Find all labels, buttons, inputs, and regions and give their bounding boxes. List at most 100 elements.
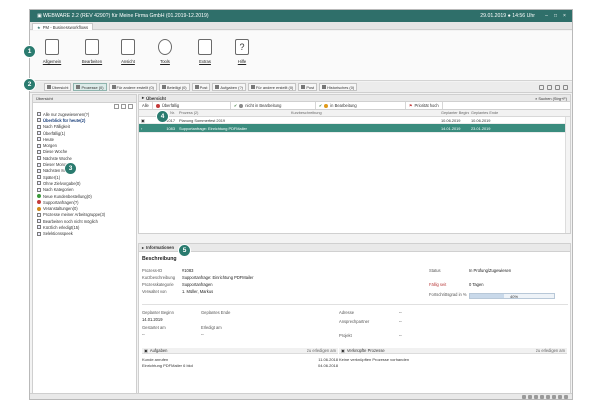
status-icon[interactable] [540, 394, 544, 399]
field-key: Projekt [339, 333, 352, 338]
export-icon[interactable] [563, 84, 568, 90]
progress-fill [470, 294, 504, 298]
tree-item[interactable]: Selektionsspeek [37, 231, 132, 237]
maximize-icon[interactable]: □ [552, 13, 559, 20]
toolbox-icon [198, 39, 212, 55]
task-item[interactable]: Einrichtung PDFMailer 6 bkd 04.06.2018 [142, 363, 338, 368]
close-icon[interactable]: × [561, 13, 568, 20]
minimize-icon[interactable]: – [543, 13, 550, 20]
status-icon[interactable] [552, 394, 556, 399]
settings-icon[interactable] [539, 84, 544, 90]
linked-header: ▣ Verknüpfte Prozesse zu erledigen am [339, 348, 567, 354]
field-status: Status In Prüfung/Zugewiesen [429, 268, 511, 273]
field-key: Fällig seit [429, 282, 447, 287]
tab-aufgaben-fuer-andere[interactable]: Für andere erstellt (0) [247, 83, 297, 91]
status-icon [324, 103, 329, 108]
status-icon[interactable] [534, 394, 538, 399]
tab-prozesse[interactable]: Prozesse (0) [73, 83, 107, 91]
progress-bar: 40% [469, 293, 555, 299]
status-icon[interactable] [564, 394, 568, 399]
table-header: Nr. Prozess (2) Kurzbeschreibung Geplant… [139, 110, 570, 117]
value-geplanter-beginn: 14.01.2019 [142, 317, 163, 322]
tab-aufgaben[interactable]: Aufgaben (?) [212, 83, 246, 91]
process-tree: Alle nur zugewiesenen(?) Überblick für he… [33, 111, 136, 237]
question-icon: ? [235, 39, 249, 55]
toolbar-right-icons [539, 84, 568, 90]
task-item[interactable]: Kunde anrufen 11.06.2018 [142, 357, 338, 362]
task-date: 04.06.2018 [317, 363, 338, 368]
table-row[interactable]: ▣ 1017 Planung Sommerfest 2019 10.06.201… [139, 117, 570, 124]
folder-icon [37, 225, 41, 230]
field-key: Geplantes Ende [201, 310, 231, 315]
ribbon-button-ansicht[interactable]: Ansicht [116, 37, 140, 71]
field-verwaltet-von: Verwaltet von 1. Müller, Markus [142, 289, 213, 294]
status-icon[interactable] [522, 394, 526, 399]
ribbon-label: Extras [199, 59, 211, 64]
filter-prioritaet-hoch[interactable]: ⚑ Priorität hoch [406, 102, 443, 109]
field-geplantes-ende: Geplantes Ende [201, 310, 241, 315]
tree-item-label: Nächste Woche [43, 155, 72, 161]
field-value: Supportanfragen [182, 282, 213, 287]
filter-nicht-in-bearbeitung[interactable]: ✔ nicht in Bearbeitung [231, 102, 316, 109]
row-type-icon: ▣ [141, 117, 145, 123]
tab-historisches[interactable]: Historisches (0) [319, 83, 358, 91]
value-erledigt-am: -- [201, 332, 204, 337]
filter-label: Priorität hoch [414, 103, 439, 108]
tab-label: Aufgaben (?) [220, 84, 243, 90]
statusbar [30, 393, 572, 399]
doc-tab-pm[interactable]: ★ PM - Businessworkflows [32, 23, 94, 30]
doc-tab-label: PM - Businessworkflows [42, 24, 89, 30]
ribbon-button-hilfe[interactable]: ? Hilfe [230, 37, 254, 71]
ribbon-button-extras[interactable]: Extras [193, 37, 217, 71]
linked-empty: Keine verknüpften Prozesse vorhanden [339, 357, 410, 362]
tab-fuer-andere-erstellt[interactable]: Für andere erstellt (0) [108, 83, 157, 91]
table-scrollbar[interactable] [565, 117, 570, 233]
column-header[interactable]: Geplanter Beginn [439, 110, 469, 116]
filter-icon[interactable] [547, 84, 552, 90]
task-name: Kunde anrufen [142, 357, 169, 362]
tree-item-label: Alle nur zugewiesenen(?) [43, 111, 90, 117]
tree-item-label: Nach Kategorien [43, 187, 74, 193]
collapse-icon[interactable] [128, 104, 133, 109]
document-tabstrip: ★ PM - Businessworkflows [30, 22, 572, 30]
tree-item-label: Selektionsspeek [43, 231, 73, 237]
folder-icon [37, 118, 41, 123]
view-icon [121, 39, 135, 55]
status-icon[interactable] [558, 394, 562, 399]
task-name: Einrichtung PDFMailer 6 bkd [142, 363, 193, 368]
table-row-selected[interactable]: › 1083 Supportanfrage: Einrichtung PDFMa… [139, 124, 570, 133]
status-icon[interactable] [528, 394, 532, 399]
filter-alle[interactable]: Alle [139, 102, 153, 109]
field-key: Kurzbeschreibung [142, 275, 175, 280]
tab-post[interactable]: Post [191, 83, 211, 91]
filter-ueberfaellig[interactable]: Überfällig [153, 102, 231, 109]
callout-badge: 4 [156, 110, 169, 123]
cell-end: 23.01.2019 [471, 125, 491, 131]
folder-icon [37, 181, 41, 186]
binoculars-icon[interactable] [114, 104, 119, 109]
filter-in-bearbeitung[interactable]: ✔ in Bearbeitung [316, 102, 406, 109]
tab-beteiligt[interactable]: Beteiligt (0) [158, 83, 190, 91]
edit-icon[interactable] [121, 104, 126, 109]
column-header[interactable]: Geplantes Ende [469, 110, 499, 116]
tab-label: Post [306, 84, 315, 90]
tab-post-2[interactable]: Post [298, 83, 318, 91]
column-header[interactable]: Kurzbeschreibung [289, 110, 439, 116]
ribbon-button-bearbeiten[interactable]: Bearbeiten [80, 37, 104, 71]
search-box[interactable]: ⌕ Suchen (Strg+F) [535, 96, 567, 101]
column-header[interactable]: Prozess (2) [177, 110, 289, 116]
ribbon-button-allgemein[interactable]: Allgemein [40, 37, 64, 71]
ribbon-label: Tools [160, 59, 170, 64]
value-gestartet-am: -- [142, 332, 145, 337]
print-icon[interactable] [555, 84, 560, 90]
field-prozess-id: Prozess-ID #1083 [142, 268, 193, 273]
folder-icon [37, 143, 41, 148]
field-kurzbeschreibung: Kurzbeschreibung Supportanfrage: Einricht… [142, 275, 253, 280]
user-icon [250, 85, 255, 89]
filter-label: in Bearbeitung [330, 103, 357, 108]
column-header[interactable] [139, 110, 149, 116]
window-title: WEBWARE 2.2 (REV 4290?) für Meine Firma … [43, 13, 209, 19]
tab-uebersicht[interactable]: Übersicht [44, 83, 72, 91]
status-icon[interactable] [546, 394, 550, 399]
ribbon-button-tools[interactable]: Tools [153, 37, 177, 71]
